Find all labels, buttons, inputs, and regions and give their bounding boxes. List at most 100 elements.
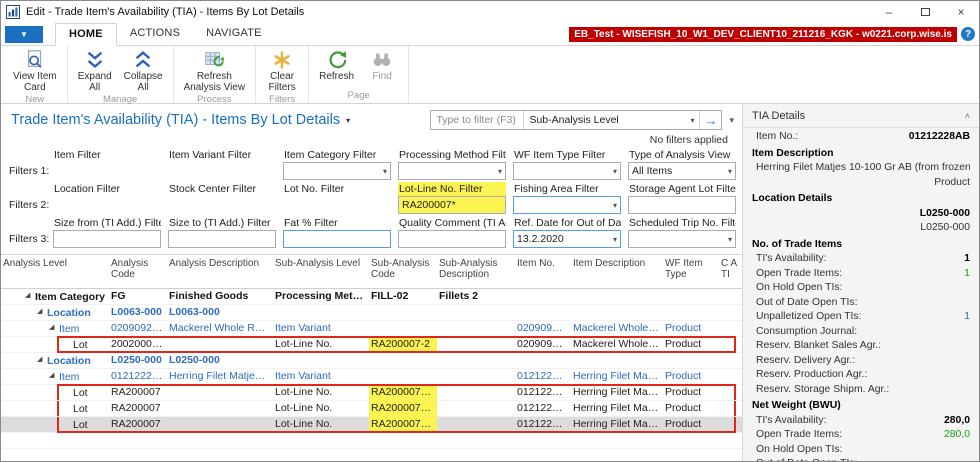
filter-input[interactable]: ▾ (513, 196, 621, 214)
cell-item-description: Mackerel Whole Round ... (571, 337, 663, 353)
cell-analysis-description: Mackerel Whole Round Fr... (167, 321, 273, 337)
table-header-cell[interactable]: Analysis Level (1, 255, 109, 271)
window-title: Edit - Trade Item's Availability (TIA) -… (26, 6, 304, 18)
sidebar-field-value[interactable]: 1 (964, 268, 970, 281)
table-row[interactable]: Item 0209092000 Mackerel Whole Round Fr.… (1, 321, 742, 337)
table-header-cell[interactable]: Item No. (515, 255, 571, 271)
filter-field: Storage Agent Lot Filter ▾ … (628, 182, 736, 214)
ribbon-tab[interactable]: ACTIONS (117, 23, 193, 45)
ribbon-button[interactable]: Find (361, 48, 403, 83)
sidebar-field-value[interactable]: 1 (964, 311, 970, 324)
table-header-cell[interactable]: Sub-Analysis Level (273, 255, 369, 271)
cell-wf-item-type: Product (663, 369, 719, 385)
filter-field-label: Ref. Date for Out of Date Calc. (513, 216, 621, 230)
filter-input-value: 13.2.2020 (517, 233, 564, 245)
table-header-cell[interactable]: Sub-Analysis Description (437, 255, 515, 282)
filter-field: Item Filter ▾ … (53, 148, 161, 180)
filter-input[interactable]: ▾ (53, 230, 161, 248)
sidebar-field-value[interactable]: L0250-000 (920, 222, 970, 235)
filter-field: Quality Comment (TI Add.) Filter ▾ … (398, 216, 506, 248)
ribbon-button[interactable]: ClearFilters (261, 48, 303, 93)
filter-input[interactable]: ▾ (628, 230, 736, 248)
filter-field-label: Fishing Area Filter (513, 182, 621, 196)
filter-field: Lot-Line No. Filter RA200007* ▾ … (398, 182, 506, 214)
cell-item-no: 01212228AB (515, 401, 571, 417)
page-title-caret-icon[interactable]: ▾ (346, 116, 350, 125)
cell-analysis-code: L0063-000 (109, 305, 167, 321)
table-row[interactable]: Location L0250-000 L0250-000 (1, 353, 742, 369)
filter-input[interactable]: ▾ (168, 230, 276, 248)
quick-filter-column-select[interactable]: Sub-Analysis Level ▾ (523, 111, 699, 129)
collapse-panel-icon[interactable]: ˄ (965, 111, 970, 121)
table-row[interactable]: Item 01212228AB Herring Filet Matjes 10-… (1, 369, 742, 385)
button-label: CollapseAll (124, 72, 163, 93)
filter-field: WF Item Type Filter ▾ … (513, 148, 621, 180)
table-row[interactable]: Lot 2002000006 Lot-Line No. RA200007-2 0… (1, 337, 742, 353)
maximize-button[interactable] (907, 1, 943, 23)
tree-expander-icon[interactable] (49, 321, 59, 337)
filter-input[interactable]: ▾ (398, 162, 506, 180)
filter-input[interactable]: ▾ (628, 196, 736, 214)
table-row[interactable]: Location L0063-000 L0063-000 (1, 305, 742, 321)
table-header-cell[interactable]: Item Description (571, 255, 663, 271)
minimize-button[interactable]: – (871, 1, 907, 23)
filter-row-label: Filters 2: (9, 199, 53, 214)
sidebar-field-value[interactable]: 280,0 (944, 429, 970, 442)
sidebar-field-value[interactable]: 280,0 (944, 415, 970, 428)
app-window: Edit - Trade Item's Availability (TIA) -… (0, 0, 980, 462)
table-header-cell[interactable]: Analysis Code (109, 255, 167, 282)
cell-analysis-description: Finished Goods (167, 289, 273, 305)
ribbon-tab-bar: ▼ HOMEACTIONSNAVIGATE EB_Test - WISEFISH… (1, 23, 979, 46)
quick-filter-input[interactable] (431, 114, 523, 126)
cell-sub-analysis-level: Lot-Line No. (273, 337, 369, 353)
table-header-cell[interactable]: Sub-Analysis Code (369, 255, 437, 282)
tree-expander-icon[interactable] (25, 289, 35, 305)
ribbon-button[interactable]: Refresh (314, 48, 359, 83)
sidebar-field-value[interactable]: Herring Filet Matjes 10-100 Gr AB (from … (756, 162, 970, 175)
ribbon-tab[interactable]: HOME (55, 23, 117, 46)
cell-sub-analysis-code (369, 321, 437, 337)
app-menu-button[interactable]: ▼ (5, 26, 43, 43)
table-header-cell[interactable]: WF Item Type (663, 255, 719, 282)
ribbon-button[interactable]: View ItemCard (8, 48, 62, 93)
table-row[interactable]: Lot RA200007 Lot-Line No. RA200007-122 0… (1, 401, 742, 417)
filter-input[interactable]: All Items ▾ (628, 162, 736, 180)
apply-filter-button[interactable]: → (699, 111, 721, 129)
sidebar-field-value[interactable]: 1 (964, 253, 970, 266)
tree-expander-icon[interactable] (37, 305, 47, 321)
ribbon-group: View ItemCard New (3, 46, 68, 103)
filter-pane-chevron-icon[interactable]: ▾ (729, 115, 734, 126)
table-header-cell[interactable]: C A TI (719, 255, 742, 282)
quick-filter-column-value: Sub-Analysis Level (529, 114, 618, 126)
filter-input[interactable]: RA200007* ▾ (398, 196, 506, 214)
ribbon-button[interactable]: CollapseAll (119, 48, 168, 93)
help-icon[interactable]: ? (961, 27, 975, 41)
cell-wf-item-type: Product (663, 321, 719, 337)
close-button[interactable]: × (943, 1, 979, 23)
sidebar-field-label: Location Details (752, 193, 832, 206)
ribbon-button[interactable]: RefreshAnalysis View (179, 48, 251, 93)
filter-input[interactable]: ▾ (283, 230, 391, 248)
ribbon-group: ClearFilters Filters (256, 46, 309, 103)
table-row[interactable]: Lot RA200007 Lot-Line No. RA200007-123 0… (1, 417, 742, 433)
filter-input[interactable]: 13.2.2020 ▾ (513, 230, 621, 248)
ribbon-tab[interactable]: NAVIGATE (193, 23, 275, 45)
filter-input[interactable]: ▾ (398, 230, 506, 248)
cell-sub-analysis-description (437, 369, 515, 385)
tree-expander-icon[interactable] (37, 353, 47, 369)
tree-expander-icon[interactable] (49, 369, 59, 385)
cell-analysis-description: Herring Filet Matjes 10-10... (167, 369, 273, 385)
table-header-cell[interactable]: Analysis Description (167, 255, 273, 271)
ribbon-button[interactable]: ExpandAll (73, 48, 117, 93)
sidebar-field-value[interactable]: 01212228AB (909, 131, 970, 144)
cell-item-no (515, 305, 571, 321)
sidebar-field-value[interactable]: L0250-000 (920, 208, 970, 221)
analysis-grid: Analysis LevelAnalysis CodeAnalysis Desc… (1, 254, 742, 461)
button-label: Refresh (319, 72, 354, 83)
table-row[interactable]: Lot RA200007 Lot-Line No. RA200007-111 0… (1, 385, 742, 401)
sidebar-field-value[interactable]: Product (934, 177, 970, 190)
table-row[interactable]: Item Category FG Finished Goods Processi… (1, 289, 742, 305)
filter-input[interactable]: ▾ (283, 162, 391, 180)
filter-input[interactable]: ▾ (513, 162, 621, 180)
sidebar-field: Net Weight (BWU) (743, 399, 979, 414)
